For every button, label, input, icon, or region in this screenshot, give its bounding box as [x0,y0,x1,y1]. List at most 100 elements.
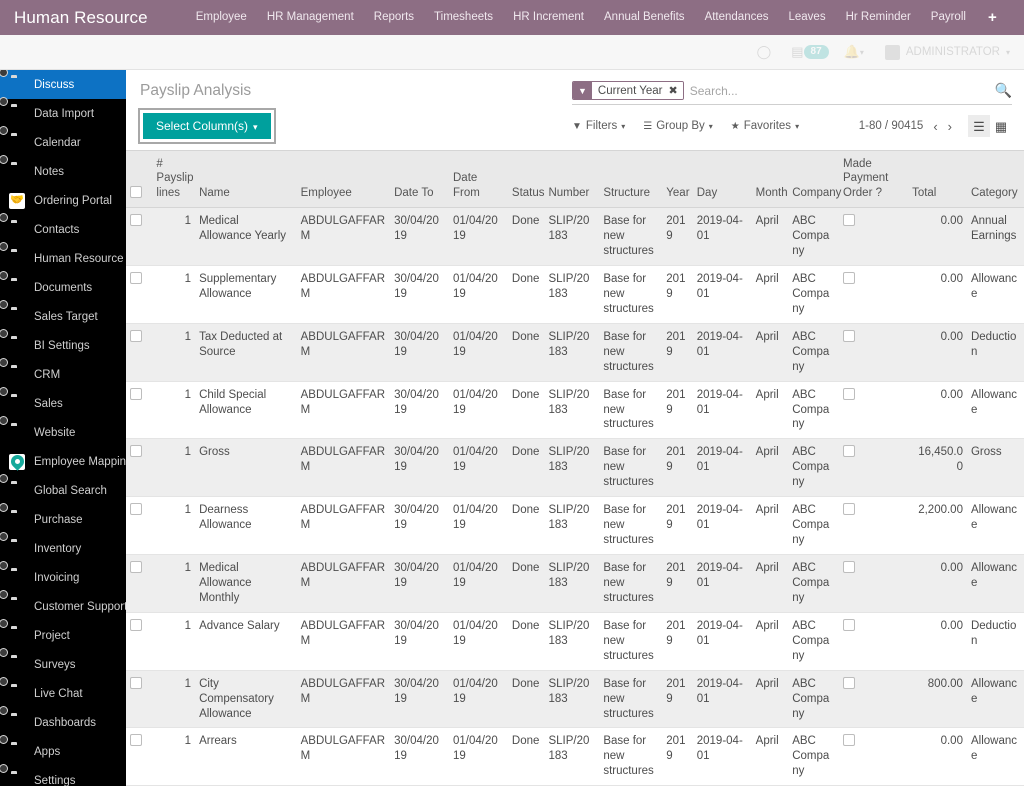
search-icon[interactable]: 🔍 [989,82,1012,99]
row-select-checkbox[interactable] [130,734,142,747]
sidebar-item-data-import[interactable]: Data Import [0,99,126,128]
add-menu-icon[interactable]: + [976,0,1009,35]
sidebar-item-dashboards[interactable]: Dashboards [0,708,126,737]
table-row[interactable]: 1 Child Special Allowance ABDULGAFFAR M 30/… [126,381,1024,440]
made-payment-order-checkbox[interactable] [843,329,855,342]
groupby-dropdown[interactable]: ☰ Group By ▾ [643,120,713,132]
made-payment-order-checkbox[interactable] [843,271,855,284]
column-header-name[interactable]: Name [195,150,297,209]
top-menu-item-leaves[interactable]: Leaves [779,0,836,35]
sidebar-item-crm[interactable]: CRM [0,360,126,389]
column-header-month[interactable]: Month [751,150,789,209]
row-select-checkbox[interactable] [130,214,142,227]
table-row[interactable]: 1 Advance Salary ABDULGAFFAR M 30/04/2019 01… [126,612,1024,671]
column-header-category[interactable]: Category [966,150,1024,209]
select-columns-button[interactable]: Select Column(s) ▾ [143,113,271,139]
column-header-number[interactable]: Number [544,150,600,209]
top-menu-item-hr-increment[interactable]: HR Increment [503,0,594,35]
top-menu-item-attendances[interactable]: Attendances [695,0,779,35]
pager-next-icon[interactable]: › [948,119,952,134]
pivot-view-button[interactable]: ▦ [990,115,1012,137]
row-select-checkbox[interactable] [130,561,142,573]
column-header-payslip-lines[interactable]: # Payslip lines [152,150,196,209]
top-menu-item-employee[interactable]: Employee [186,0,257,35]
table-row[interactable]: 1 Dearness Allowance ABDULGAFFAR M 30/04/20… [126,496,1024,555]
sidebar-item-purchase[interactable]: Purchase [0,505,126,534]
sidebar-item-apps[interactable]: Apps [0,737,126,766]
column-header-date-to[interactable]: Date To [390,150,449,209]
sidebar-item-documents[interactable]: Documents [0,273,126,302]
made-payment-order-checkbox[interactable] [843,503,855,516]
sidebar-item-bi-settings[interactable]: BI Settings [0,331,126,360]
top-menu-item-hr-reminder[interactable]: Hr Reminder [836,0,921,35]
column-header-company[interactable]: Company [788,150,841,209]
table-row[interactable]: 1 Arrears ABDULGAFFAR M 30/04/2019 01/04/201… [126,727,1024,786]
sidebar-item-notes[interactable]: Notes [0,157,126,186]
column-header-date-from[interactable]: Date From [449,150,508,209]
filters-dropdown[interactable]: ▼ Filters ▾ [572,120,625,132]
sidebar-item-invoicing[interactable]: Invoicing [0,563,126,592]
pager-previous-icon[interactable]: ‹ [933,119,937,134]
list-view-button[interactable]: ☰ [968,115,990,137]
made-payment-order-checkbox[interactable] [843,676,855,689]
sidebar-item-sales[interactable]: Sales [0,389,126,418]
favorites-dropdown[interactable]: ★ Favorites ▾ [731,120,799,132]
sidebar-item-contacts[interactable]: Contacts [0,215,126,244]
row-select-checkbox[interactable] [130,445,142,458]
sidebar-item-calendar[interactable]: Calendar [0,128,126,157]
column-header-day[interactable]: Day [692,150,752,209]
column-header-employee[interactable]: Employee [296,150,391,209]
row-select-checkbox[interactable] [130,271,142,284]
made-payment-order-checkbox[interactable] [843,734,855,747]
column-header-made-payment-order[interactable]: Made Payment Order ? [839,150,909,209]
column-header-status[interactable]: Status [507,150,545,209]
sidebar-item-project[interactable]: Project [0,621,126,650]
made-payment-order-checkbox[interactable] [843,561,855,573]
select-all-checkbox[interactable] [130,185,142,198]
sidebar-item-ordering-portal[interactable]: 🤝 Ordering Portal [0,186,126,215]
table-row[interactable]: 1 Supplementary Allowance ABDULGAFFAR M 30/… [126,265,1024,324]
row-select-checkbox[interactable] [130,387,142,400]
made-payment-order-checkbox[interactable] [843,387,855,400]
table-row[interactable]: 1 Tax Deducted at Source ABDULGAFFAR M 30/0… [126,323,1024,382]
sidebar-item-global-search[interactable]: Global Search [0,476,126,505]
top-menu-item-reports[interactable]: Reports [364,0,424,35]
made-payment-order-checkbox[interactable] [843,618,855,631]
column-header-structure[interactable]: Structure [599,150,663,209]
column-header-total[interactable]: Total [908,150,967,209]
table-row[interactable]: 1 City Compensatory Allowance ABDULGAFFAR … [126,670,1024,729]
facet-remove-icon[interactable]: ✖ [666,82,683,99]
search-input[interactable] [683,82,989,99]
sidebar-item-discuss[interactable]: Discuss [0,70,126,99]
top-menu-item-annual-benefits[interactable]: Annual Benefits [594,0,695,35]
made-payment-order-checkbox[interactable] [843,214,855,227]
row-select-checkbox[interactable] [130,329,142,342]
user-menu[interactable]: ADMINISTRATOR ▾ [875,44,1010,60]
column-header-year[interactable]: Year [662,150,693,209]
top-menu-item-hr-management[interactable]: HR Management [257,0,364,35]
cell-month: April [751,207,789,266]
row-select-checkbox[interactable] [130,676,142,689]
sidebar-item-sales-target[interactable]: Sales Target [0,302,126,331]
sidebar-item-surveys[interactable]: Surveys [0,650,126,679]
made-payment-order-checkbox[interactable] [843,445,855,458]
top-menu-item-payroll[interactable]: Payroll [921,0,976,35]
sidebar-item-settings[interactable]: Settings [0,766,126,786]
help-circle-icon[interactable]: ◯ [748,44,781,60]
list-view-container[interactable]: # Payslip lines Name Employee Date To Da… [126,150,1024,786]
row-select-checkbox[interactable] [130,618,142,631]
row-select-checkbox[interactable] [130,503,142,516]
table-row[interactable]: 1 Medical Allowance Monthly ABDULGAFFAR M3… [126,554,1024,613]
sidebar-item-website[interactable]: Website [0,418,126,447]
top-menu-item-timesheets[interactable]: Timesheets [424,0,503,35]
sidebar-item-employee-mapping[interactable]: Employee Mapping [0,447,126,476]
messaging-icon[interactable]: ▤ 87 [782,44,832,60]
sidebar-item-inventory[interactable]: Inventory [0,534,126,563]
sidebar-item-live-chat[interactable]: Live Chat [0,679,126,708]
search-facet-current-year[interactable]: ▼ Current Year ✖ [572,81,684,100]
sidebar-item-human-resource[interactable]: Human Resource [0,244,126,273]
table-row[interactable]: 1 Gross ABDULGAFFAR M 30/04/2019 01/04/2019 D… [126,438,1024,498]
sidebar-item-customer-support[interactable]: Customer Support [0,592,126,621]
bell-icon[interactable]: 🔔 ▾ [835,44,873,60]
table-row[interactable]: 1 Medical Allowance Yearly ABDULGAFFAR M 30… [126,207,1024,266]
